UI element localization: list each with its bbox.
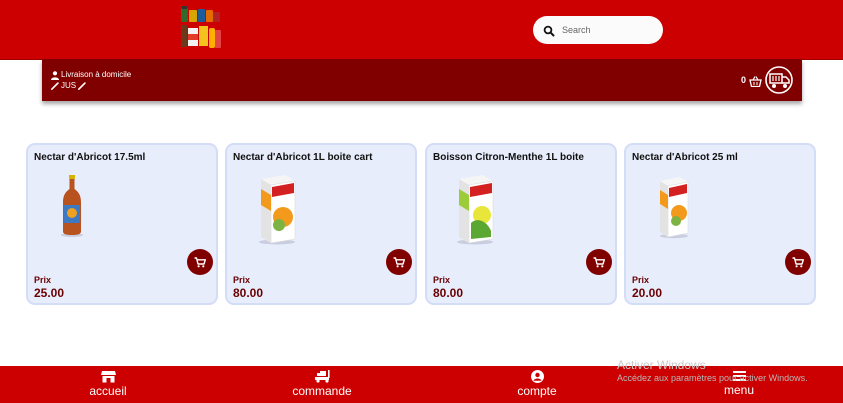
product-card[interactable]: Nectar d'Abricot 25 ml Prix 20.00 [624, 143, 816, 305]
nav-item-commande[interactable]: commande [262, 370, 382, 400]
basket-icon[interactable] [749, 74, 762, 92]
product-price: 80.00 [233, 286, 264, 300]
account-icon [530, 370, 544, 383]
category-info[interactable]: JUS [51, 81, 88, 91]
price-label: Prix [34, 275, 52, 285]
wand-icon [78, 82, 86, 90]
product-price: 20.00 [632, 286, 663, 300]
nav-item-compte[interactable]: compte [477, 370, 597, 400]
cart-count: 0 [741, 75, 747, 85]
delivery-icon [314, 370, 330, 383]
product-card[interactable]: Nectar d'Abricot 17.5ml Prix 25.00 [26, 143, 218, 305]
nav-item-accueil[interactable]: accueil [48, 370, 168, 400]
add-to-cart-button[interactable] [386, 249, 412, 275]
watermark-title: Activer Windows [617, 358, 706, 372]
cart-icon [393, 256, 405, 267]
delivery-truck-icon[interactable] [765, 66, 793, 99]
brand-logo[interactable] [180, 6, 222, 50]
search-input[interactable] [562, 25, 658, 35]
product-image[interactable] [656, 175, 690, 244]
nav-label: compte [517, 384, 557, 398]
product-image[interactable] [255, 175, 297, 250]
watermark-subtitle: Accédez aux paramètres pour activer Wind… [617, 373, 808, 383]
add-to-cart-button[interactable] [586, 249, 612, 275]
product-card[interactable]: Nectar d'Abricot 1L boite cart Prix 80.0… [225, 143, 417, 305]
add-to-cart-button[interactable] [785, 249, 811, 275]
product-price: 25.00 [34, 286, 65, 300]
info-band: Livraison à domicile JUS 0 [42, 59, 802, 101]
product-name: Nectar d'Abricot 17.5ml [34, 152, 146, 163]
product-price: 80.00 [433, 286, 464, 300]
product-name: Nectar d'Abricot 25 ml [632, 152, 738, 163]
product-card[interactable]: Boisson Citron-Menthe 1L boite Prix 80.0… [425, 143, 617, 305]
search-box[interactable] [533, 16, 663, 44]
search-icon [543, 24, 555, 37]
top-header [0, 0, 843, 60]
delivery-label: Livraison à domicile [61, 70, 132, 79]
bottom-nav: accueil commande compte menu [0, 366, 843, 403]
price-label: Prix [433, 275, 451, 285]
cart-icon [792, 256, 804, 267]
user-icon [51, 70, 59, 80]
store-icon [100, 371, 116, 383]
product-image[interactable] [453, 175, 495, 250]
wand-icon [51, 82, 59, 90]
app-root: Livraison à domicile JUS 0 [0, 0, 843, 403]
product-name: Boisson Citron-Menthe 1L boite [433, 152, 584, 163]
cart-icon [593, 256, 605, 267]
nav-label: menu [723, 383, 755, 397]
nav-label: commande [292, 384, 352, 398]
delivery-info[interactable]: Livraison à domicile [51, 70, 131, 80]
price-label: Prix [233, 275, 251, 285]
price-label: Prix [632, 275, 650, 285]
category-label: JUS [61, 81, 77, 90]
add-to-cart-button[interactable] [187, 249, 213, 275]
nav-label: accueil [89, 384, 127, 398]
cart-icon [194, 256, 206, 267]
product-image[interactable] [60, 175, 84, 242]
product-name: Nectar d'Abricot 1L boite cart [233, 152, 373, 163]
